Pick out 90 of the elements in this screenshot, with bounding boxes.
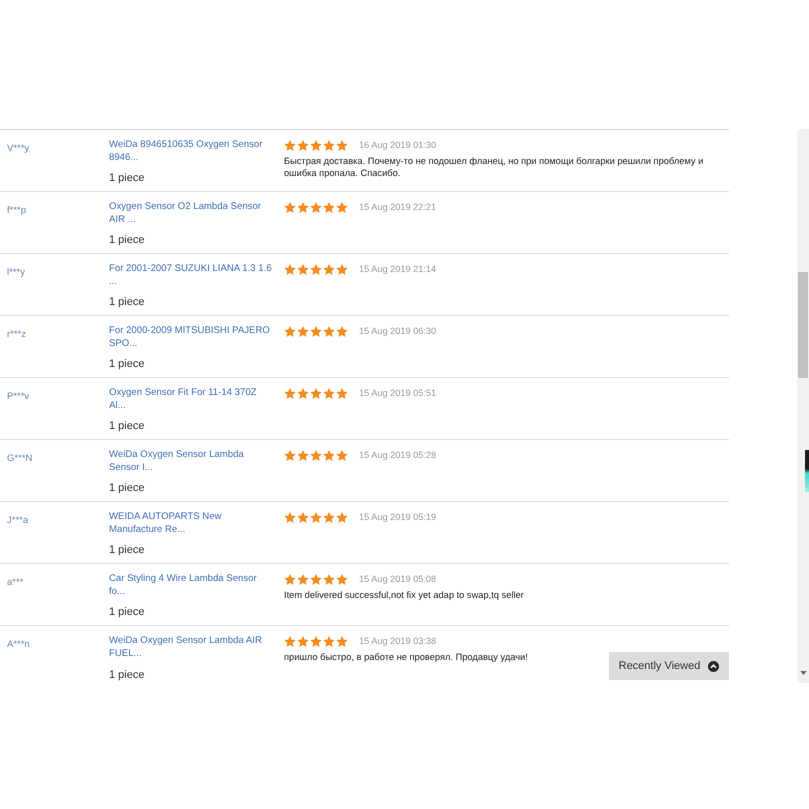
star-icon <box>310 450 322 460</box>
star-icon <box>336 202 348 212</box>
buyer-name: P***v <box>7 391 30 402</box>
star-icon <box>310 264 322 274</box>
star-icon <box>284 140 296 150</box>
scrollbar-thumb[interactable] <box>798 272 808 378</box>
quantity-text: 1 piece <box>109 296 144 309</box>
review-date: 15 Aug 2019 05:51 <box>359 387 436 399</box>
review-date: 15 Aug 2019 21:14 <box>359 263 436 275</box>
quantity-text: 1 piece <box>109 172 144 185</box>
review-date: 15 Aug 2019 06:30 <box>359 325 436 337</box>
star-icon <box>297 202 309 212</box>
star-icon <box>310 326 322 336</box>
star-icon <box>336 574 348 584</box>
star-icon <box>284 326 296 336</box>
review-date: 15 Aug 2019 03:38 <box>359 635 436 647</box>
star-icon <box>336 388 348 398</box>
star-icon <box>284 450 296 460</box>
star-icon <box>323 636 335 646</box>
star-icon <box>297 574 309 584</box>
buyer-name: V***y <box>7 143 30 154</box>
product-link[interactable]: WeiDa 8946510635 Oxygen Sensor 8946... <box>109 138 272 164</box>
scroll-down-arrow-icon[interactable] <box>800 671 806 675</box>
quantity-text: 1 piece <box>109 669 144 682</box>
star-icon <box>284 202 296 212</box>
review-text: пришло быстро, в работе не проверял. Продавцу удачи! <box>284 651 528 663</box>
star-icon <box>310 636 322 646</box>
product-link[interactable]: For 2000-2009 MITSUBISHI PAJERO SPO... <box>109 324 272 350</box>
star-icon <box>323 388 335 398</box>
review-date: 16 Aug 2019 01:30 <box>359 139 436 151</box>
star-icon <box>297 388 309 398</box>
review-date: 15 Aug 2019 05:19 <box>359 511 436 523</box>
star-icon <box>297 326 309 336</box>
star-icon <box>336 512 348 522</box>
star-icon <box>323 140 335 150</box>
buyer-name: J***a <box>7 515 28 526</box>
star-icon <box>284 388 296 398</box>
recently-viewed-button[interactable]: Recently Viewed <box>609 652 729 680</box>
star-icon <box>297 264 309 274</box>
buyer-name: A***n <box>7 639 30 650</box>
chevron-up-circle-icon <box>708 660 720 672</box>
review-date: 15 Aug 2019 05:08 <box>359 573 436 585</box>
quantity-text: 1 piece <box>109 234 144 247</box>
star-icon <box>336 264 348 274</box>
product-link[interactable]: For 2001-2007 SUZUKI LIANA 1.3 1.6 ... <box>109 262 272 288</box>
star-icon <box>310 512 322 522</box>
edge-tab[interactable] <box>805 450 809 492</box>
product-link[interactable]: WeiDa Oxygen Sensor Lambda AIR FUEL... <box>109 634 272 660</box>
review-date: 15 Aug 2019 22:21 <box>359 201 436 213</box>
star-icon <box>336 326 348 336</box>
review-text: Быстрая доставка. Почему-то не подошел фланец, но при помощи болгарки решили проблему и ошибка пропала. Спасибо. <box>284 155 704 179</box>
buyer-name: r***z <box>7 329 26 340</box>
star-icon <box>336 636 348 646</box>
quantity-text: 1 piece <box>109 358 144 371</box>
star-icon <box>323 512 335 522</box>
star-icon <box>284 636 296 646</box>
buyer-name: f***p <box>7 205 26 216</box>
star-icon <box>297 512 309 522</box>
star-icon <box>284 512 296 522</box>
star-icon <box>323 326 335 336</box>
product-link[interactable]: WEIDA AUTOPARTS New Manufacture Re... <box>109 510 272 536</box>
quantity-text: 1 piece <box>109 482 144 495</box>
star-icon <box>310 574 322 584</box>
star-icon <box>336 450 348 460</box>
star-icon <box>310 388 322 398</box>
scrollbar[interactable] <box>797 129 809 683</box>
quantity-text: 1 piece <box>109 420 144 433</box>
star-icon <box>284 574 296 584</box>
quantity-text: 1 piece <box>109 606 144 619</box>
star-icon <box>297 450 309 460</box>
star-icon <box>323 574 335 584</box>
product-link[interactable]: WeiDa Oxygen Sensor Lambda Sensor I... <box>109 448 272 474</box>
star-icon <box>310 202 322 212</box>
star-icon <box>310 140 322 150</box>
star-icon <box>297 636 309 646</box>
buyer-name: l***y <box>7 267 25 278</box>
product-link[interactable]: Car Styling 4 Wire Lambda Sensor fo... <box>109 572 272 598</box>
review-text: Item delivered successful,not fix yet adap to swap,tq seller <box>284 589 524 601</box>
star-icon <box>336 140 348 150</box>
star-icon <box>323 450 335 460</box>
star-icon <box>323 264 335 274</box>
product-link[interactable]: Oxygen Sensor Fit For 11-14 370Z Al... <box>109 386 272 412</box>
review-date: 15 Aug 2019 05:28 <box>359 449 436 461</box>
buyer-name: G***N <box>7 453 32 464</box>
quantity-text: 1 piece <box>109 544 144 557</box>
star-icon <box>284 264 296 274</box>
star-icon <box>297 140 309 150</box>
product-link[interactable]: Oxygen Sensor O2 Lambda Sensor AIR ... <box>109 200 272 226</box>
star-icon <box>323 202 335 212</box>
buyer-name: a*** <box>7 577 24 588</box>
